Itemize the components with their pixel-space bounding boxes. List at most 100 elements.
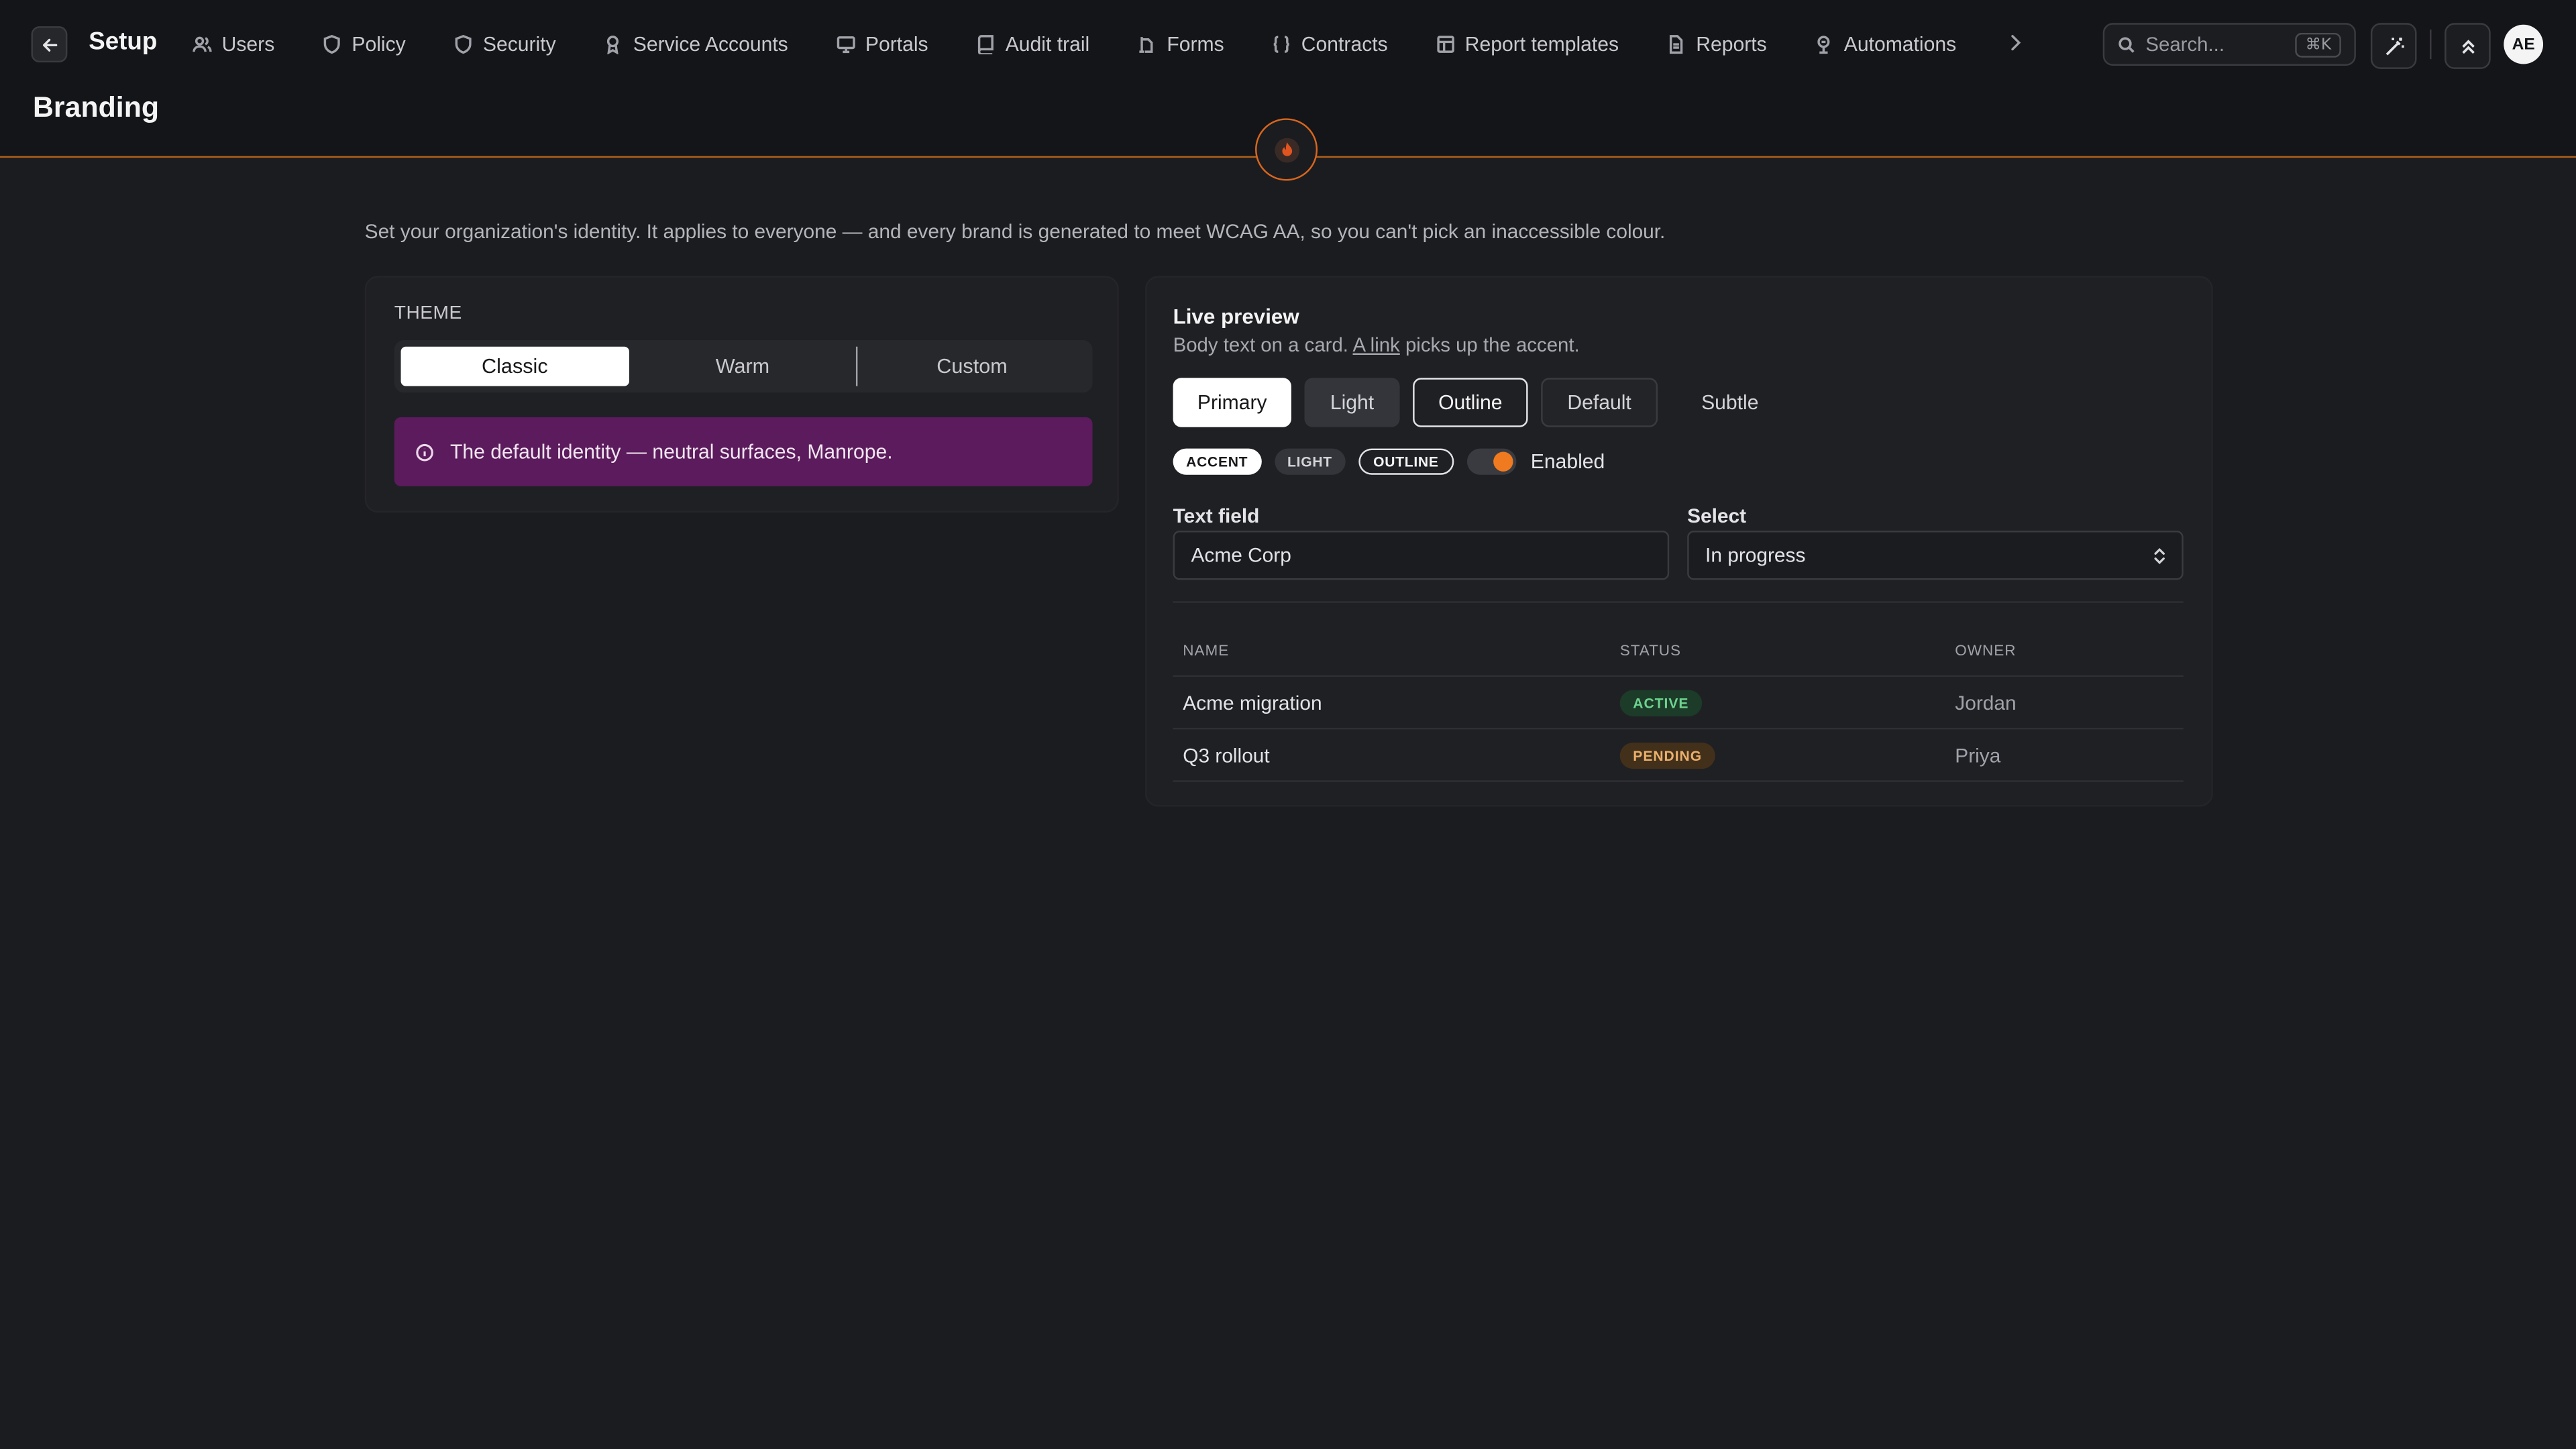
- theme-selector: Classic Warm Custom: [394, 339, 1093, 393]
- preview-button-row: Primary Light Outline Default Subtle: [1173, 378, 1803, 427]
- table-row[interactable]: Acme migration ACTIVE Jordan: [1173, 677, 2184, 730]
- text-field-input[interactable]: [1191, 543, 1652, 567]
- theme-label: THEME: [394, 304, 462, 324]
- row-name: Q3 rollout: [1183, 743, 1270, 767]
- nav-item-label: Contracts: [1301, 32, 1388, 56]
- nav-item-label: Reports: [1696, 32, 1767, 56]
- theme-info-banner: The default identity — neutral surfaces,…: [394, 417, 1093, 486]
- row-status-cell: PENDING: [1619, 741, 1955, 768]
- status-select[interactable]: In progress: [1687, 531, 2184, 580]
- chevron-right-icon[interactable]: [2008, 32, 2024, 54]
- flame-icon: [1281, 142, 1291, 156]
- search-box[interactable]: ⌘K: [2102, 23, 2356, 66]
- nav-item-service-accounts[interactable]: Service Accounts: [604, 33, 788, 56]
- theme-option-custom[interactable]: Custom: [858, 347, 1086, 386]
- app-root: Setup Users Policy Security Service Acco…: [0, 0, 2576, 1449]
- row-owner: Priya: [1955, 743, 2001, 767]
- row-name: Acme migration: [1183, 690, 1322, 714]
- app-title: Setup: [89, 28, 158, 56]
- table-header: NAME STATUS OWNER: [1173, 626, 2184, 677]
- preview-title: Live preview: [1173, 304, 1299, 329]
- text-field[interactable]: [1173, 531, 1670, 580]
- nav-item-label: Automations: [1843, 32, 1957, 56]
- column-header-owner[interactable]: OWNER: [1955, 643, 2183, 659]
- shield-icon: [324, 35, 341, 54]
- forms-icon: [1139, 37, 1154, 53]
- nav-item-label: Users: [221, 32, 275, 56]
- subtle-button[interactable]: Subtle: [1671, 378, 1789, 427]
- preview-table: NAME STATUS OWNER Acme migration ACTIVE …: [1173, 626, 2184, 782]
- preview-divider: [1173, 601, 2184, 603]
- nav-item-policy[interactable]: Policy: [322, 32, 406, 56]
- live-preview-card: Live preview Body text on a card. A link…: [1144, 276, 2213, 807]
- toggle-knob: [1493, 451, 1513, 472]
- book-icon: [977, 35, 994, 54]
- nav-item-label: Forms: [1167, 32, 1224, 56]
- chevrons-up-icon: [2461, 39, 2474, 53]
- nav-item-report-templates[interactable]: Report templates: [1436, 33, 1619, 56]
- row-status-cell: ACTIVE: [1619, 689, 1955, 716]
- automation-icon: [1818, 36, 1831, 54]
- nav-item-label: Audit trail: [1005, 32, 1090, 56]
- preview-body-suffix: picks up the accent.: [1405, 333, 1580, 357]
- nav-item-label: Security: [482, 32, 556, 56]
- collapse-header-button[interactable]: [2445, 23, 2491, 69]
- brand-logo: [1255, 118, 1318, 181]
- nav-item-reports[interactable]: Reports: [1666, 33, 1767, 56]
- magic-wand-icon: [2385, 36, 2404, 55]
- nav-item-portals[interactable]: Portals: [836, 33, 928, 56]
- theme-option-classic[interactable]: Classic: [400, 346, 629, 386]
- users-icon: [193, 36, 212, 52]
- status-badge: ACTIVE: [1619, 689, 1702, 716]
- nav-item-automations[interactable]: Automations: [1815, 33, 1956, 56]
- enabled-toggle[interactable]: [1466, 448, 1516, 475]
- shield-check-icon: [455, 35, 472, 54]
- table-row[interactable]: Q3 rollout PENDING Priya: [1173, 729, 2184, 782]
- primary-button[interactable]: Primary: [1173, 378, 1291, 427]
- file-icon: [1670, 35, 1684, 54]
- column-header-status[interactable]: STATUS: [1620, 643, 1955, 659]
- magic-wand-button[interactable]: [2370, 23, 2417, 69]
- header-divider: [2430, 30, 2432, 60]
- accent-badge: ACCENT: [1173, 448, 1261, 475]
- select-value: In progress: [1705, 543, 1806, 567]
- preview-body-prefix: Body text on a card.: [1173, 333, 1348, 357]
- nav-item-label: Policy: [352, 32, 406, 56]
- outline-button[interactable]: Outline: [1413, 378, 1528, 427]
- search-input[interactable]: [2145, 32, 2296, 56]
- select-label: Select: [1687, 504, 1747, 528]
- toggle-label: Enabled: [1530, 450, 1605, 474]
- nav-item-users[interactable]: Users: [193, 32, 275, 56]
- light-badge: LIGHT: [1274, 448, 1346, 475]
- page-description: Set your organization's identity. It app…: [364, 220, 1666, 244]
- nav-item-label: Portals: [865, 32, 928, 56]
- search-shortcut-hint: ⌘K: [2295, 32, 2341, 57]
- text-field-label: Text field: [1173, 504, 1260, 528]
- page-title: Branding: [32, 90, 160, 123]
- preview-body-text: Body text on a card. A link picks up the…: [1173, 333, 1580, 356]
- nav-item-security[interactable]: Security: [453, 33, 556, 56]
- braces-icon: [1273, 36, 1290, 53]
- top-nav: Users Policy Security Service Accounts P…: [193, 30, 2004, 59]
- search-icon: [2118, 36, 2135, 52]
- preview-badge-row: ACCENT LIGHT OUTLINE Enabled: [1173, 448, 1605, 475]
- arrow-left-icon: [42, 38, 57, 51]
- nav-item-audit-trail[interactable]: Audit trail: [976, 32, 1090, 56]
- theme-card: THEME Classic Warm Custom The default id…: [364, 276, 1119, 513]
- default-button[interactable]: Default: [1541, 378, 1658, 427]
- back-button[interactable]: [31, 26, 68, 63]
- nav-item-label: Service Accounts: [633, 32, 788, 56]
- preview-link[interactable]: A link: [1353, 333, 1400, 356]
- user-avatar[interactable]: AE: [2504, 24, 2544, 64]
- theme-option-warm[interactable]: Warm: [629, 347, 857, 386]
- nav-item-contracts[interactable]: Contracts: [1272, 33, 1388, 56]
- info-icon: [416, 443, 433, 461]
- theme-info-text: The default identity — neutral surfaces,…: [450, 440, 893, 464]
- row-owner: Jordan: [1955, 690, 2017, 714]
- nav-item-forms[interactable]: Forms: [1137, 33, 1224, 56]
- nav-item-label: Report templates: [1464, 32, 1619, 56]
- status-badge: PENDING: [1619, 741, 1715, 768]
- monitor-icon: [837, 36, 855, 54]
- light-button[interactable]: Light: [1304, 378, 1400, 427]
- column-header-name[interactable]: NAME: [1173, 643, 1620, 659]
